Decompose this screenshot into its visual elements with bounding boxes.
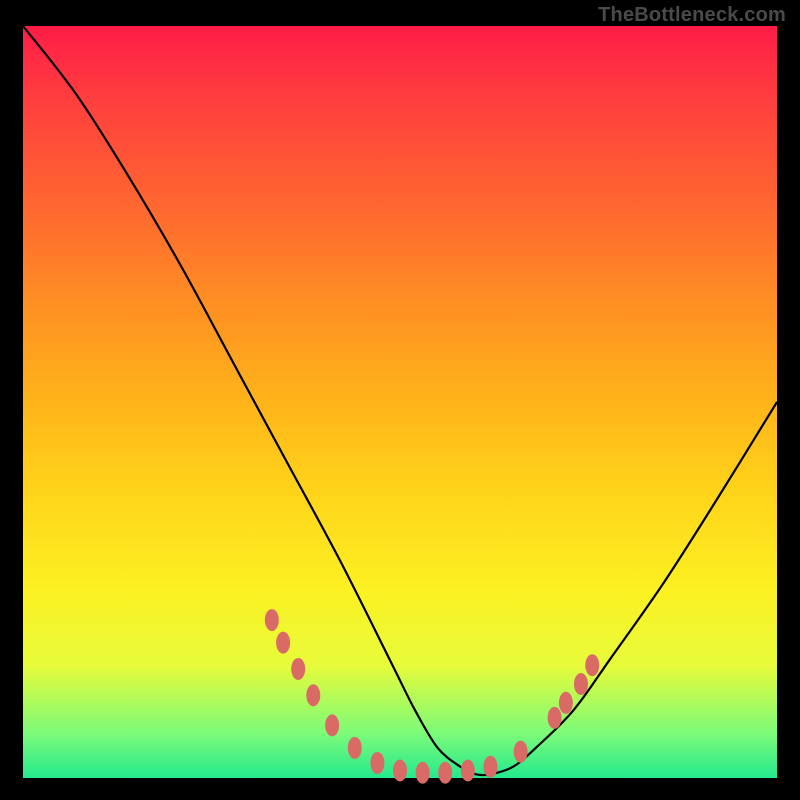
curve-marker	[548, 707, 562, 729]
curve-marker	[438, 762, 452, 784]
curve-marker	[483, 756, 497, 778]
curve-marker	[393, 759, 407, 781]
chart-stage: TheBottleneck.com	[0, 0, 800, 800]
curve-marker	[416, 762, 430, 784]
curve-marker	[325, 714, 339, 736]
curve-marker	[585, 654, 599, 676]
curve-marker	[306, 684, 320, 706]
curve-marker	[348, 737, 362, 759]
curve-marker	[370, 752, 384, 774]
curve-marker	[276, 632, 290, 654]
curve-marker	[574, 673, 588, 695]
curve-marker	[461, 759, 475, 781]
curve-line	[23, 26, 777, 775]
curve-markers	[265, 609, 599, 784]
curve-marker	[559, 692, 573, 714]
curve-marker	[514, 741, 528, 763]
chart-svg	[0, 0, 800, 800]
curve-marker	[291, 658, 305, 680]
curve-marker	[265, 609, 279, 631]
